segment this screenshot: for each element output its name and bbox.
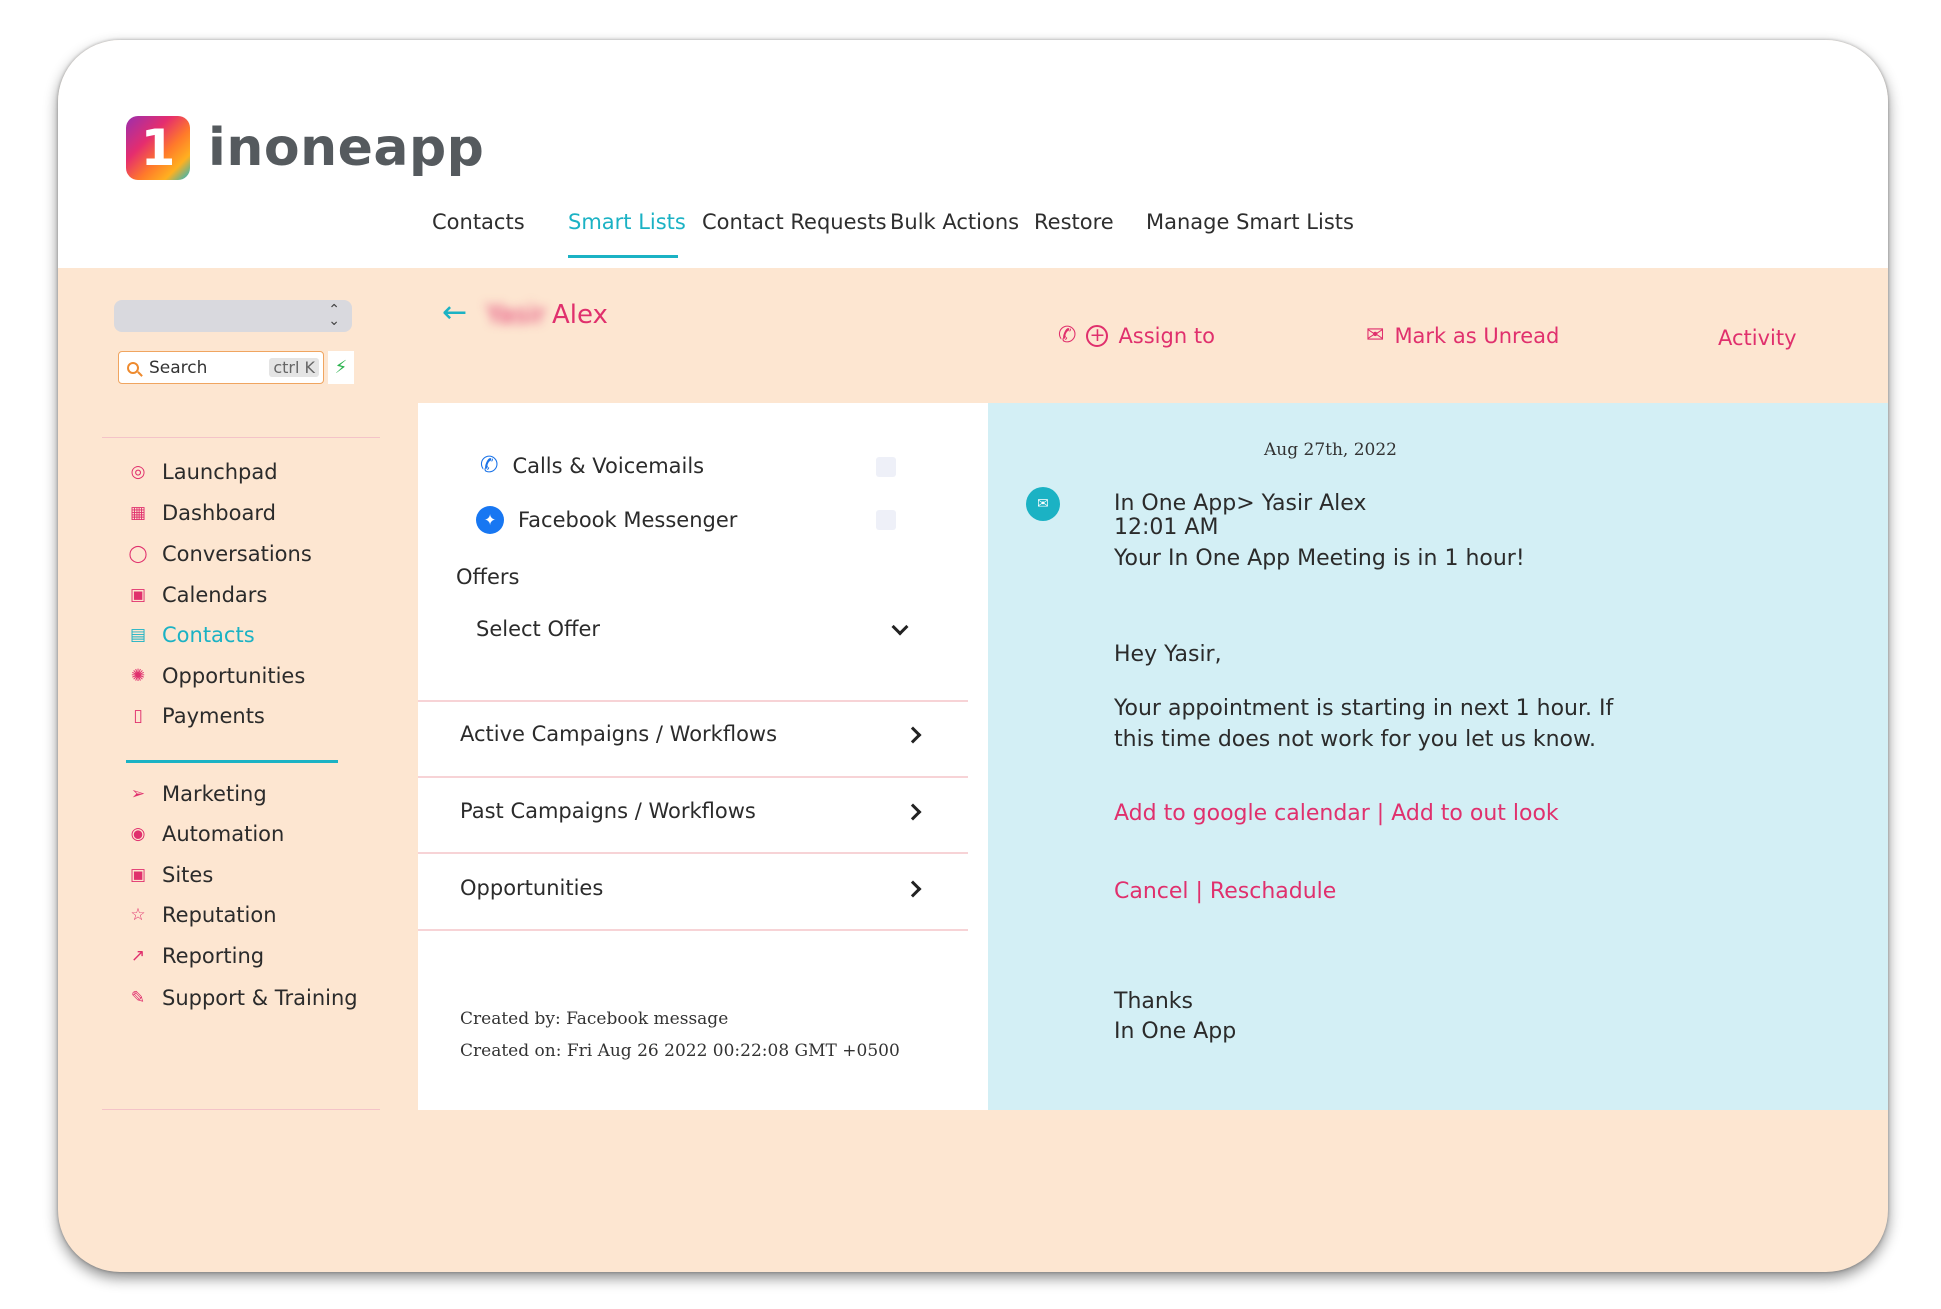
contact-detail-panel: ✆ Calls & Voicemails ✦ Facebook Messenge…	[418, 403, 988, 1110]
assign-to-button[interactable]: ✆ + Assign to	[1058, 323, 1215, 348]
section-divider	[418, 929, 968, 931]
message-signoff: Thanks	[1114, 989, 1194, 1014]
quick-action-bolt-icon[interactable]: ⚡	[328, 351, 354, 384]
search-box[interactable]: Search ctrl K	[118, 351, 324, 384]
tab-contacts[interactable]: Contacts	[432, 210, 525, 234]
message-subject: Your In One App Meeting is in 1 hour!	[1114, 546, 1525, 571]
activity-tab[interactable]: Activity	[1718, 326, 1797, 350]
message-signature: In One App	[1114, 1019, 1237, 1044]
sidebar-item-support-training[interactable]: ✎ Support & Training	[126, 986, 358, 1010]
payments-icon: ▯	[133, 706, 143, 726]
active-tab-underline	[568, 255, 678, 258]
tab-bulk-actions[interactable]: Bulk Actions	[890, 210, 1019, 234]
brand-logo[interactable]: 1 inoneapp	[126, 116, 484, 180]
message-from: In One App> Yasir Alex	[1114, 491, 1367, 516]
tab-restore[interactable]: Restore	[1034, 210, 1114, 234]
chevron-right-icon[interactable]	[904, 803, 922, 821]
sidebar-item-payments[interactable]: ▯ Payments	[126, 704, 265, 728]
brand-name: inoneapp	[208, 118, 485, 178]
chevron-right-icon[interactable]	[904, 726, 922, 744]
logo-mark-icon: 1	[126, 116, 190, 180]
channel-facebook-messenger[interactable]: ✦ Facebook Messenger	[476, 506, 737, 534]
calendar-links[interactable]: Add to google calendar | Add to out look	[1114, 801, 1559, 826]
active-campaigns-section[interactable]: Active Campaigns / Workflows	[460, 722, 777, 746]
created-by-text: Created by: Facebook message	[460, 1009, 729, 1029]
sidebar-item-sites[interactable]: ▣ Sites	[126, 863, 213, 887]
opportunities-icon: ✺	[130, 666, 146, 686]
tab-contact-requests[interactable]: Contact Requests	[702, 210, 887, 234]
plus-circle-icon: +	[1086, 324, 1109, 347]
conversation-panel: Aug 27th, 2022 ✉ In One App> Yasir Alex …	[988, 403, 1888, 1110]
chevron-down-icon[interactable]	[891, 618, 909, 636]
channel-calls-voicemails[interactable]: ✆ Calls & Voicemails	[480, 453, 704, 478]
sidebar-item-reporting[interactable]: ↗ Reporting	[126, 944, 264, 968]
section-divider	[418, 700, 968, 702]
sidebar-bottom-divider	[102, 1109, 380, 1110]
envelope-icon: ✉	[1366, 323, 1385, 348]
app-window: 1 inoneapp Contacts Smart Lists Contact …	[58, 40, 1888, 1272]
dashboard-grid-icon: ▦	[129, 503, 147, 523]
sidebar-section-divider	[126, 760, 338, 763]
created-on-text: Created on: Fri Aug 26 2022 00:22:08 GMT…	[460, 1041, 900, 1061]
cancel-reschedule-links[interactable]: Cancel | Reschadule	[1114, 879, 1336, 904]
section-divider	[418, 852, 968, 854]
send-icon: ➢	[130, 784, 146, 804]
offers-label: Offers	[456, 565, 520, 589]
search-icon	[127, 361, 139, 374]
contacts-icon: ▤	[129, 625, 147, 645]
mark-as-unread-button[interactable]: ✉ Mark as Unread	[1366, 323, 1559, 348]
sidebar-item-opportunities[interactable]: ✺ Opportunities	[126, 664, 305, 688]
sidebar-item-dashboard[interactable]: ▦ Dashboard	[126, 501, 276, 525]
past-campaigns-section[interactable]: Past Campaigns / Workflows	[460, 799, 756, 823]
messenger-checkbox[interactable]	[876, 510, 896, 530]
updown-chevron-icon: ⌃ ⌄	[328, 302, 340, 329]
chat-bubble-icon: ◯	[128, 544, 148, 564]
sidebar-item-reputation[interactable]: ☆ Reputation	[126, 903, 276, 927]
message-body-line2: this time does not work for you let us k…	[1114, 727, 1596, 752]
message-time: 12:01 AM	[1114, 515, 1219, 540]
sidebar-item-marketing[interactable]: ➢ Marketing	[126, 782, 267, 806]
star-icon: ☆	[130, 905, 146, 925]
contacts-nav: Contacts Smart Lists Contact Requests Bu…	[58, 210, 1888, 268]
search-shortcut: ctrl K	[269, 358, 319, 377]
launchpad-icon: ◎	[130, 462, 146, 482]
sidebar-top-divider	[102, 437, 380, 438]
calendar-icon: ▣	[129, 585, 147, 605]
phone-icon: ✆	[1058, 323, 1077, 348]
back-arrow-icon[interactable]: ←	[442, 298, 467, 328]
wrench-icon: ✎	[130, 988, 146, 1008]
sidebar-item-conversations[interactable]: ◯ Conversations	[126, 542, 311, 566]
sites-icon: ▣	[129, 865, 147, 885]
section-divider	[418, 776, 968, 778]
sidebar-item-launchpad[interactable]: ◎ Launchpad	[126, 460, 278, 484]
message-date: Aug 27th, 2022	[1264, 440, 1397, 460]
sidebar-item-contacts[interactable]: ▤ Contacts	[126, 623, 255, 647]
tab-smart-lists[interactable]: Smart Lists	[568, 210, 686, 234]
messenger-icon: ✦	[476, 506, 504, 534]
message-body-line1: Your appointment is starting in next 1 h…	[1114, 696, 1614, 721]
automation-icon: ◉	[130, 824, 146, 844]
offer-select[interactable]: Select Offer	[476, 617, 600, 641]
message-greeting: Hey Yasir,	[1114, 642, 1222, 667]
email-icon: ✉	[1026, 487, 1060, 521]
trend-icon: ↗	[130, 946, 146, 966]
location-switcher[interactable]: ⌃ ⌄	[114, 300, 352, 332]
sidebar-item-automation[interactable]: ◉ Automation	[126, 822, 285, 846]
calls-checkbox[interactable]	[876, 457, 896, 477]
contact-first-name: Yasir	[486, 300, 546, 330]
contact-last-name: Alex	[552, 300, 608, 330]
phone-icon: ✆	[480, 453, 499, 478]
chevron-right-icon[interactable]	[904, 880, 922, 898]
opportunities-section[interactable]: Opportunities	[460, 876, 603, 900]
tab-manage-smart-lists[interactable]: Manage Smart Lists	[1146, 210, 1354, 234]
sidebar-item-calendars[interactable]: ▣ Calendars	[126, 583, 267, 607]
search-placeholder: Search	[149, 357, 208, 378]
